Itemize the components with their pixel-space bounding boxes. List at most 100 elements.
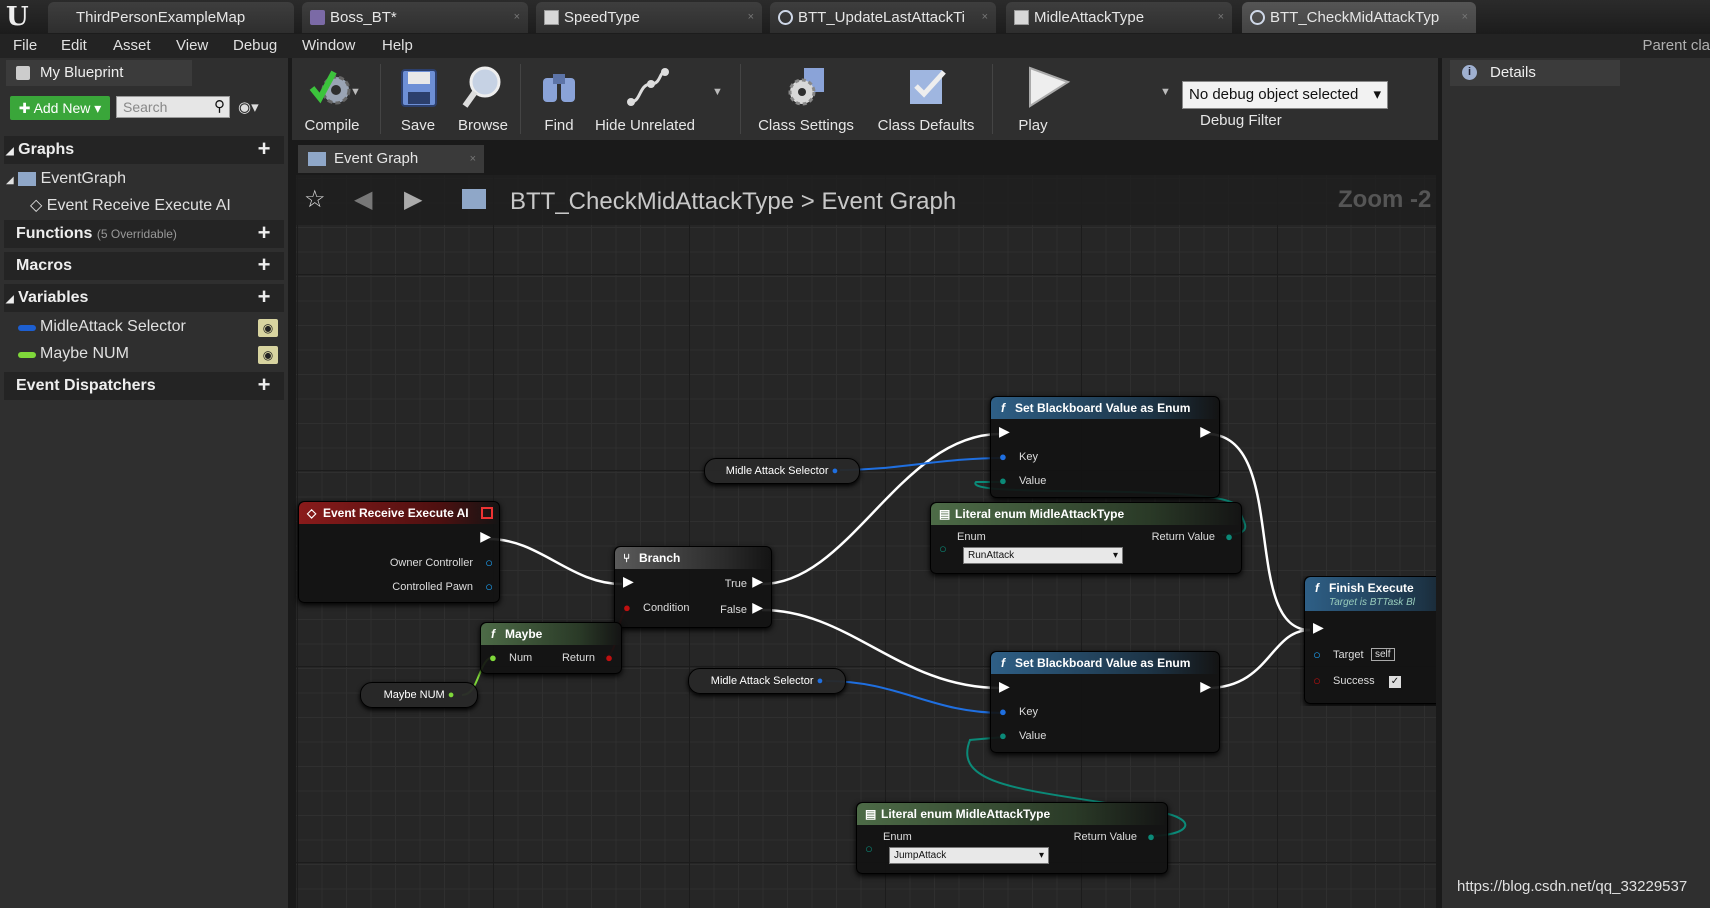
- int-pin-icon[interactable]: ●: [448, 689, 455, 701]
- self-default-value[interactable]: self: [1371, 648, 1395, 661]
- byte-pin-icon[interactable]: ●: [999, 473, 1007, 488]
- forward-arrow-icon[interactable]: ▶: [404, 185, 422, 214]
- exec-out-pin-icon[interactable]: ▶: [752, 573, 763, 590]
- node-get-midle-attack-selector[interactable]: Midle Attack Selector ●: [704, 458, 860, 484]
- section-graphs[interactable]: ◢ Graphs +: [4, 136, 284, 164]
- section-macros[interactable]: Macros +: [4, 252, 284, 280]
- tab-midleattacktype[interactable]: MidleAttackType ×: [1006, 2, 1232, 33]
- add-function-button[interactable]: +: [254, 222, 274, 244]
- close-icon[interactable]: ×: [1218, 2, 1224, 33]
- node-set-blackboard-value-as-enum[interactable]: f Set Blackboard Value as Enum ▶ ▶ ● Key…: [990, 396, 1220, 498]
- exec-out-pin-icon[interactable]: ▶: [1200, 423, 1211, 440]
- tab-boss-bt[interactable]: Boss_BT* ×: [302, 2, 528, 33]
- debug-object-select[interactable]: No debug object selected ▾: [1182, 81, 1388, 109]
- search-input[interactable]: Search ⚲: [116, 96, 230, 118]
- class-settings-button[interactable]: Class Settings: [750, 58, 862, 138]
- exec-out-pin-icon[interactable]: ▶: [480, 528, 491, 545]
- breadcrumb-blueprint[interactable]: BTT_CheckMidAttackType: [510, 188, 794, 215]
- struct-pin-icon[interactable]: ●: [999, 704, 1007, 719]
- node-maybe[interactable]: f Maybe ● Num Return ●: [480, 622, 622, 674]
- struct-pin-icon[interactable]: ●: [832, 465, 839, 477]
- add-variable-button[interactable]: +: [254, 286, 274, 308]
- enum-select[interactable]: JumpAttack ▾: [889, 847, 1049, 864]
- close-icon[interactable]: ×: [982, 2, 988, 33]
- hide-unrelated-button[interactable]: Hide Unrelated: [592, 58, 698, 138]
- menu-window[interactable]: Window: [302, 37, 355, 54]
- chevron-down-icon[interactable]: ▼: [350, 86, 361, 98]
- menu-view[interactable]: View: [176, 37, 208, 54]
- tab-my-blueprint[interactable]: My Blueprint: [6, 60, 192, 86]
- tab-event-graph[interactable]: Event Graph ×: [298, 145, 484, 173]
- struct-pin-icon[interactable]: ●: [817, 675, 824, 687]
- struct-pin-icon[interactable]: ●: [999, 449, 1007, 464]
- add-dispatcher-button[interactable]: +: [254, 374, 274, 396]
- node-literal-enum[interactable]: ▤ Literal enum MidleAttackType Enum ○ Ru…: [930, 502, 1242, 574]
- back-arrow-icon[interactable]: ◀: [354, 185, 372, 214]
- add-new-button[interactable]: ✚ Add New ▾: [10, 96, 110, 120]
- save-button[interactable]: Save: [388, 58, 448, 138]
- eye-icon[interactable]: ◉: [258, 319, 278, 337]
- node-event-receive-execute-ai[interactable]: ◇ Event Receive Execute AI ▶ Owner Contr…: [298, 501, 500, 603]
- node-get-maybe-num[interactable]: Maybe NUM ●: [360, 682, 478, 708]
- section-variables[interactable]: ◢ Variables +: [4, 284, 284, 312]
- exec-out-pin-icon[interactable]: ▶: [752, 599, 763, 616]
- exec-in-pin-icon[interactable]: ▶: [1313, 619, 1324, 636]
- bool-pin-icon[interactable]: ●: [623, 600, 631, 615]
- node-set-blackboard-value-as-enum[interactable]: f Set Blackboard Value as Enum ▶ ▶ ● Key…: [990, 651, 1220, 753]
- breadcrumb-graph[interactable]: Event Graph: [821, 188, 956, 215]
- bool-pin-icon[interactable]: ○: [1313, 673, 1321, 688]
- object-pin-icon[interactable]: ○: [485, 555, 493, 570]
- menu-asset[interactable]: Asset: [113, 37, 151, 54]
- section-event-dispatchers[interactable]: Event Dispatchers +: [4, 372, 284, 400]
- node-finish-execute[interactable]: f Finish Execute Target is BTTask Bl ▶ ○…: [1304, 576, 1436, 704]
- exec-out-pin-icon[interactable]: ▶: [1200, 678, 1211, 695]
- class-defaults-button[interactable]: Class Defaults: [868, 58, 984, 138]
- object-pin-icon[interactable]: ○: [485, 579, 493, 594]
- exec-in-pin-icon[interactable]: ▶: [999, 678, 1010, 695]
- byte-pin-icon[interactable]: ●: [999, 728, 1007, 743]
- add-graph-button[interactable]: +: [254, 138, 274, 160]
- add-macro-button[interactable]: +: [254, 254, 274, 276]
- success-checkbox[interactable]: ✓: [1389, 676, 1401, 688]
- section-functions[interactable]: Functions (5 Overridable) +: [4, 220, 284, 248]
- exec-in-pin-icon[interactable]: ▶: [623, 573, 634, 590]
- tab-btt-updatelastattacktime[interactable]: BTT_UpdateLastAttackTi ×: [770, 2, 996, 33]
- unreal-logo-icon[interactable]: U: [6, 3, 36, 31]
- tab-btt-checkmidattacktype[interactable]: BTT_CheckMidAttackTyp ×: [1242, 2, 1476, 33]
- tree-item-event-receive-execute-ai[interactable]: ◇ Event Receive Execute AI: [30, 195, 231, 215]
- enum-select[interactable]: RunAttack ▾: [963, 547, 1123, 564]
- visibility-eye-icon[interactable]: ◉▾: [238, 98, 259, 116]
- delegate-pin-icon[interactable]: [481, 507, 493, 519]
- chevron-down-icon[interactable]: ▼: [1160, 86, 1171, 98]
- play-button[interactable]: Play: [998, 58, 1098, 138]
- object-pin-icon[interactable]: ○: [1313, 647, 1321, 662]
- exec-in-pin-icon[interactable]: ▶: [999, 423, 1010, 440]
- bool-pin-icon[interactable]: ●: [605, 650, 613, 665]
- tab-details[interactable]: i Details: [1450, 60, 1620, 86]
- variable-midleattack-selector[interactable]: MidleAttack Selector ◉: [18, 318, 280, 338]
- menu-help[interactable]: Help: [382, 37, 413, 54]
- favorite-star-icon[interactable]: ☆: [304, 185, 326, 214]
- byte-pin-icon[interactable]: ●: [1147, 829, 1155, 844]
- byte-pin-icon[interactable]: ○: [939, 541, 947, 556]
- variable-maybe-num[interactable]: Maybe NUM ◉: [18, 345, 280, 365]
- close-icon[interactable]: ×: [1462, 2, 1468, 33]
- menu-file[interactable]: File: [13, 37, 37, 54]
- browse-button[interactable]: Browse: [450, 58, 516, 138]
- close-icon[interactable]: ×: [748, 2, 754, 33]
- tab-thirdpersonexamplemap[interactable]: ThirdPersonExampleMap: [48, 2, 294, 33]
- eye-icon[interactable]: ◉: [258, 346, 278, 364]
- find-button[interactable]: Find: [528, 58, 590, 138]
- byte-pin-icon[interactable]: ●: [1225, 529, 1233, 544]
- int-pin-icon[interactable]: ●: [489, 650, 497, 665]
- menu-edit[interactable]: Edit: [61, 37, 87, 54]
- byte-pin-icon[interactable]: ○: [865, 841, 873, 856]
- node-branch[interactable]: ⑂ Branch ▶ ● Condition True ▶ False ▶: [614, 546, 772, 628]
- chevron-down-icon[interactable]: ▼: [712, 86, 723, 98]
- node-literal-enum[interactable]: ▤ Literal enum MidleAttackType Enum ○ Ju…: [856, 802, 1168, 874]
- tab-speedtype[interactable]: SpeedType ×: [536, 2, 762, 33]
- close-icon[interactable]: ×: [514, 2, 520, 33]
- close-icon[interactable]: ×: [470, 145, 476, 173]
- tree-item-eventgraph[interactable]: ◢ EventGraph: [6, 170, 126, 188]
- compile-button[interactable]: Compile: [292, 58, 372, 138]
